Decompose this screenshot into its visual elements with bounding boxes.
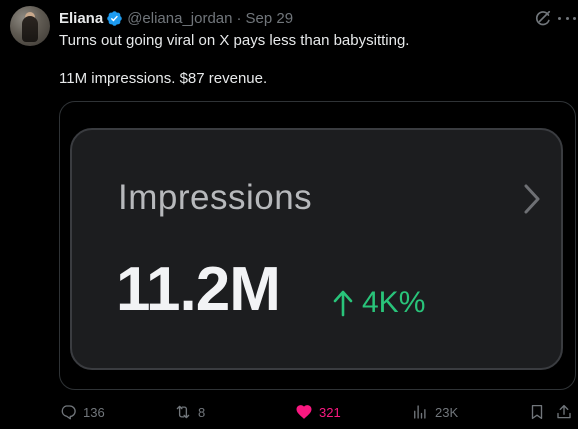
more-dot (573, 16, 576, 20)
repost-icon (176, 405, 190, 419)
reply-icon (61, 405, 76, 420)
tweet-date[interactable]: Sep 29 (246, 10, 294, 27)
like-count: 321 (319, 404, 341, 420)
card-title: Impressions (118, 178, 313, 217)
share-icon (557, 404, 571, 419)
separator-dot: · (236, 9, 242, 27)
tweet-media[interactable]: Impressions 11.2M 4K% (59, 101, 576, 390)
bookmark-button[interactable] (528, 401, 552, 423)
share-button[interactable] (555, 401, 578, 423)
card-growth-value: 4K% (362, 286, 426, 319)
repost-count: 8 (198, 404, 206, 420)
impressions-card: Impressions 11.2M 4K% (70, 128, 563, 370)
more-dot (558, 16, 561, 20)
chevron-right-icon (522, 182, 542, 216)
avatar-figure (22, 16, 38, 42)
bookmark-icon (531, 404, 543, 420)
grok-icon[interactable] (533, 8, 553, 28)
tweet-header: Eliana @eliana_jordan · Sep 29 (59, 9, 293, 27)
more-icon[interactable] (558, 8, 576, 28)
card-growth: 4K% (332, 286, 425, 320)
arrow-up-icon (333, 290, 353, 317)
handle[interactable]: @eliana_jordan (127, 10, 232, 27)
tweet-text-line: Turns out going viral on X pays less tha… (59, 32, 410, 49)
heart-icon (296, 405, 312, 419)
views-icon (414, 405, 426, 419)
card-value: 11.2M (116, 255, 281, 324)
reply-button[interactable]: 136 (59, 401, 105, 423)
views-button[interactable]: 23K (411, 401, 458, 423)
reply-count: 136 (83, 404, 105, 420)
repost-button[interactable]: 8 (174, 401, 205, 423)
tweet-text-line: 11M impressions. $87 revenue. (59, 70, 268, 87)
more-dot (565, 16, 569, 20)
views-count: 23K (435, 404, 459, 420)
tweet[interactable]: Eliana @eliana_jordan · Sep 29 Turns out… (0, 0, 578, 429)
display-name[interactable]: Eliana (59, 10, 103, 27)
action-bar: 136 8 321 23K (59, 401, 578, 423)
verified-badge-icon (106, 10, 123, 27)
like-button[interactable]: 321 (295, 401, 341, 423)
avatar[interactable] (10, 6, 50, 46)
